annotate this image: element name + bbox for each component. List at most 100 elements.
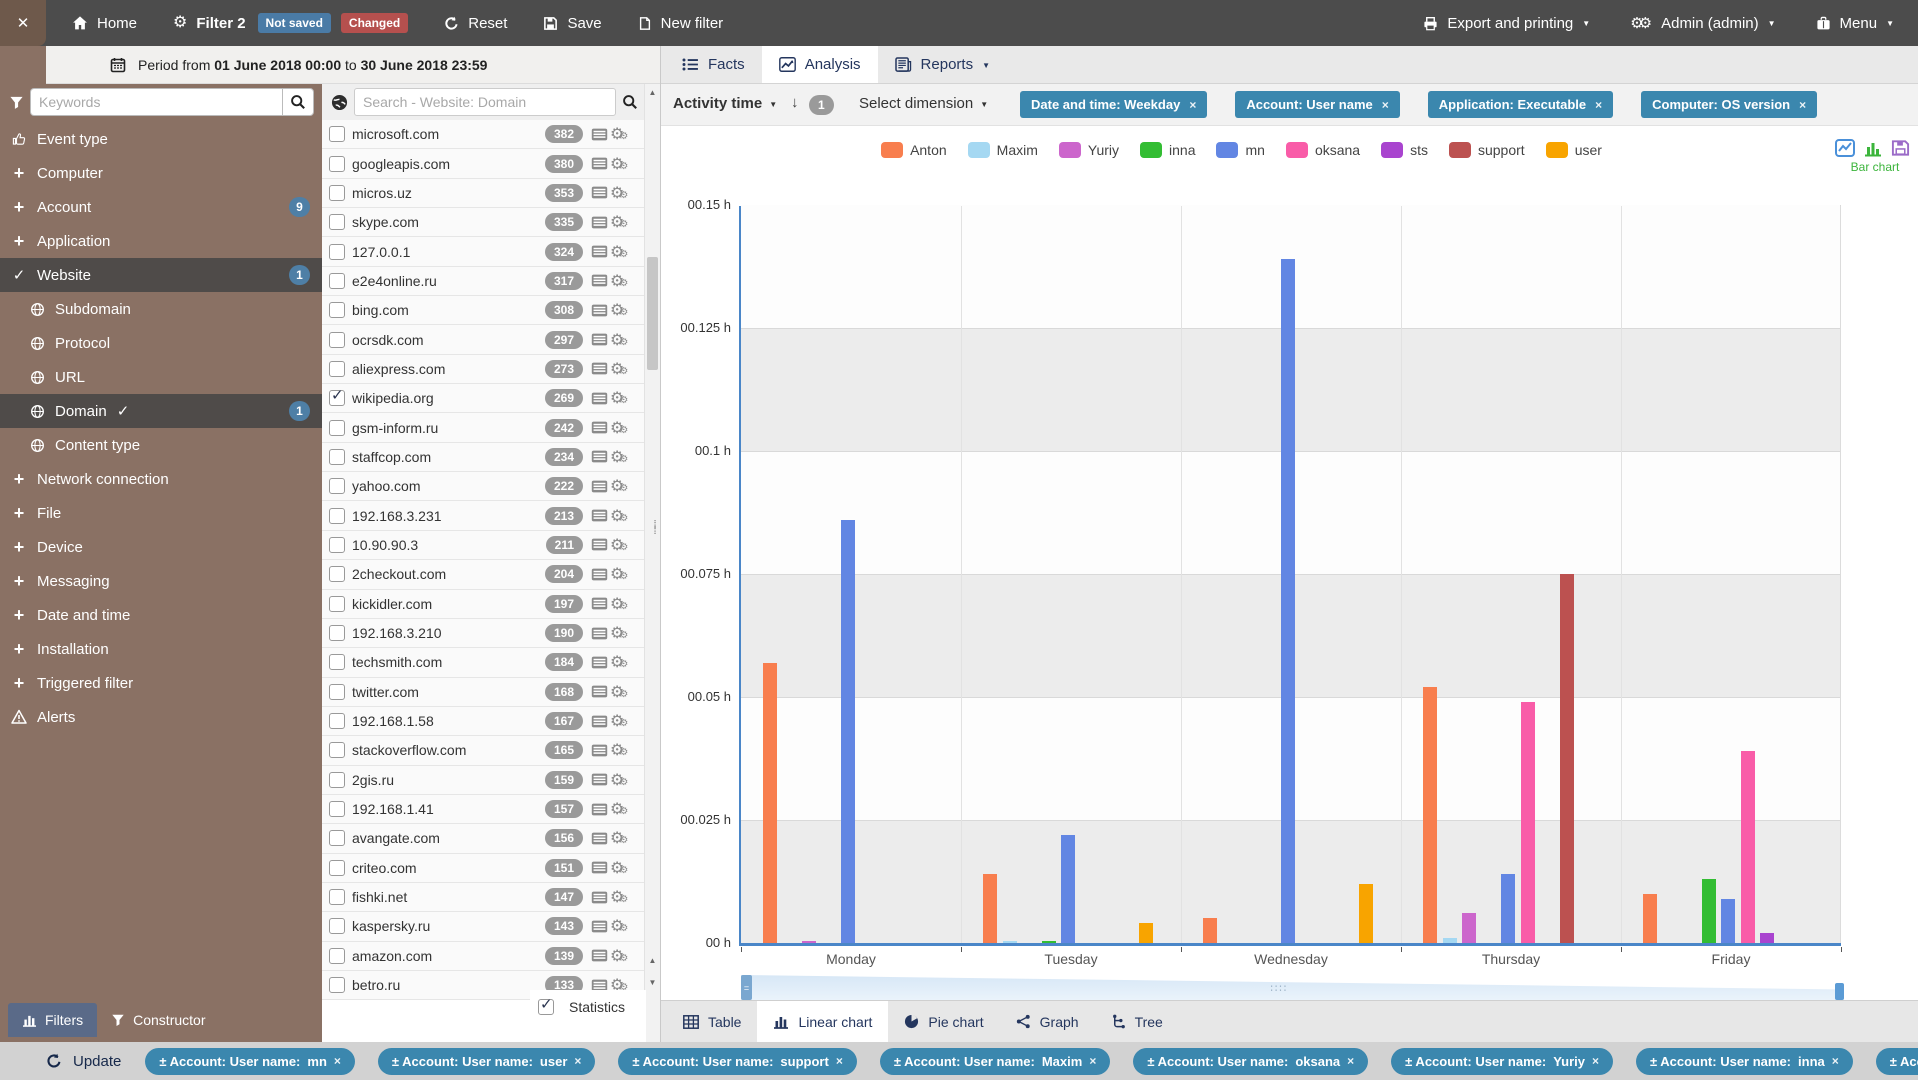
domain-checkbox[interactable] bbox=[329, 244, 345, 260]
domain-list-item[interactable]: 2checkout.com204⚙⚙ bbox=[322, 560, 644, 589]
legend-item-support[interactable]: support bbox=[1449, 142, 1525, 158]
sidebar-item-protocol[interactable]: Protocol bbox=[0, 326, 322, 360]
domain-checkbox[interactable] bbox=[329, 273, 345, 289]
save-chart-tool-icon[interactable] bbox=[1891, 139, 1910, 157]
settings-gears-icon[interactable]: ⚙⚙ bbox=[610, 652, 640, 672]
details-card-icon[interactable] bbox=[591, 949, 608, 962]
bar-anton-wednesday[interactable] bbox=[1203, 918, 1217, 943]
settings-gears-icon[interactable]: ⚙⚙ bbox=[610, 946, 640, 966]
bar-anton-monday[interactable] bbox=[763, 663, 777, 943]
domain-list-item[interactable]: avangate.com156⚙⚙ bbox=[322, 824, 644, 853]
keywords-input[interactable] bbox=[30, 88, 282, 116]
bar-inna-friday[interactable] bbox=[1702, 879, 1716, 943]
bar-oksana-thursday[interactable] bbox=[1521, 702, 1535, 943]
settings-gears-icon[interactable]: ⚙⚙ bbox=[610, 682, 640, 702]
domain-list-scrollbar[interactable]: ▲ ▲ ▼ bbox=[644, 84, 660, 1042]
update-button[interactable]: Update bbox=[46, 1053, 121, 1070]
remove-icon[interactable]: × bbox=[1592, 1054, 1599, 1068]
scroll-up-icon[interactable]: ▲ bbox=[645, 956, 660, 965]
bar-mn-monday[interactable] bbox=[841, 520, 855, 943]
scroll-up-icon[interactable]: ▲ bbox=[645, 88, 660, 97]
details-card-icon[interactable] bbox=[591, 861, 608, 874]
dimension-chip-account-user-name[interactable]: Account: User name× bbox=[1235, 91, 1399, 118]
domain-list-item[interactable]: 192.168.1.58167⚙⚙ bbox=[322, 707, 644, 736]
domain-checkbox[interactable] bbox=[329, 654, 345, 670]
domain-checkbox[interactable] bbox=[329, 156, 345, 172]
domain-list-item[interactable]: 192.168.3.231213⚙⚙ bbox=[322, 501, 644, 530]
details-card-icon[interactable] bbox=[591, 304, 608, 317]
bar-mn-tuesday[interactable] bbox=[1061, 835, 1075, 943]
details-card-icon[interactable] bbox=[591, 274, 608, 287]
account-chip-maxim[interactable]: ± Account: User name: Maxim× bbox=[880, 1048, 1111, 1075]
bar-mn-wednesday[interactable] bbox=[1281, 259, 1295, 943]
domain-checkbox[interactable] bbox=[329, 889, 345, 905]
account-chip-yuriy[interactable]: ± Account: User name: Yuriy× bbox=[1391, 1048, 1613, 1075]
settings-gears-icon[interactable]: ⚙⚙ bbox=[610, 388, 640, 408]
settings-gears-icon[interactable]: ⚙⚙ bbox=[610, 594, 640, 614]
bar-maxim-tuesday[interactable] bbox=[1003, 941, 1017, 943]
details-card-icon[interactable] bbox=[591, 744, 608, 757]
domain-checkbox[interactable] bbox=[329, 566, 345, 582]
details-card-icon[interactable] bbox=[591, 891, 608, 904]
sidebar-item-computer[interactable]: +Computer bbox=[0, 156, 322, 190]
bar-inna-tuesday[interactable] bbox=[1042, 941, 1056, 943]
settings-gears-icon[interactable]: ⚙⚙ bbox=[610, 506, 640, 526]
tab-linear-chart[interactable]: Linear chart bbox=[757, 1001, 888, 1042]
domain-search-input[interactable] bbox=[354, 88, 616, 116]
remove-icon[interactable]: × bbox=[574, 1054, 581, 1068]
domain-checkbox[interactable] bbox=[329, 801, 345, 817]
remove-icon[interactable]: × bbox=[1832, 1054, 1839, 1068]
main-menu[interactable]: Menu ▼ bbox=[1816, 15, 1894, 32]
sidebar-item-file[interactable]: +File bbox=[0, 496, 322, 530]
bar-mn-friday[interactable] bbox=[1721, 899, 1735, 943]
details-card-icon[interactable] bbox=[591, 538, 608, 551]
details-card-icon[interactable] bbox=[591, 773, 608, 786]
range-handle-left[interactable]: = bbox=[741, 975, 752, 1000]
remove-icon[interactable]: × bbox=[1799, 98, 1806, 112]
sidebar-item-domain[interactable]: Domain✓1 bbox=[0, 394, 322, 428]
account-chip-sts[interactable]: ± Account: User name: sts× bbox=[1876, 1048, 1918, 1075]
domain-checkbox[interactable] bbox=[329, 860, 345, 876]
bar-anton-thursday[interactable] bbox=[1423, 687, 1437, 943]
account-chip-oksana[interactable]: ± Account: User name: oksana× bbox=[1133, 1048, 1368, 1075]
domain-list-item[interactable]: criteo.com151⚙⚙ bbox=[322, 854, 644, 883]
domain-checkbox[interactable] bbox=[329, 126, 345, 142]
domain-checkbox[interactable] bbox=[329, 478, 345, 494]
domain-checkbox[interactable] bbox=[329, 537, 345, 553]
settings-gears-icon[interactable]: ⚙⚙ bbox=[610, 212, 640, 232]
scroll-down-icon[interactable]: ▼ bbox=[645, 978, 660, 987]
filter-name-button[interactable]: ⚙ Filter 2 bbox=[173, 15, 246, 32]
settings-gears-icon[interactable]: ⚙⚙ bbox=[610, 770, 640, 790]
sidebar-item-website[interactable]: ✓Website1 bbox=[0, 258, 322, 292]
legend-item-yuriy[interactable]: Yuriy bbox=[1059, 142, 1119, 158]
sidebar-item-messaging[interactable]: +Messaging bbox=[0, 564, 322, 598]
domain-list-item[interactable]: 127.0.0.1324⚙⚙ bbox=[322, 237, 644, 266]
details-card-icon[interactable] bbox=[591, 157, 608, 170]
sidebar-item-installation[interactable]: +Installation bbox=[0, 632, 322, 666]
remove-icon[interactable]: × bbox=[1595, 98, 1602, 112]
tab-analysis[interactable]: Analysis bbox=[762, 46, 878, 83]
details-card-icon[interactable] bbox=[591, 656, 608, 669]
sidebar-item-network-connection[interactable]: +Network connection bbox=[0, 462, 322, 496]
legend-item-maxim[interactable]: Maxim bbox=[968, 142, 1038, 158]
details-card-icon[interactable] bbox=[591, 450, 608, 463]
settings-gears-icon[interactable]: ⚙⚙ bbox=[610, 124, 640, 144]
reset-button[interactable]: Reset bbox=[444, 15, 507, 32]
settings-gears-icon[interactable]: ⚙⚙ bbox=[610, 564, 640, 584]
domain-list-item[interactable]: 192.168.1.41157⚙⚙ bbox=[322, 795, 644, 824]
domain-checkbox[interactable] bbox=[329, 332, 345, 348]
statistics-checkbox[interactable] bbox=[538, 999, 554, 1015]
domain-checkbox[interactable] bbox=[329, 948, 345, 964]
domain-list-item[interactable]: skype.com335⚙⚙ bbox=[322, 208, 644, 237]
remove-icon[interactable]: × bbox=[1189, 98, 1196, 112]
details-card-icon[interactable] bbox=[591, 245, 608, 258]
legend-item-user[interactable]: user bbox=[1546, 142, 1602, 158]
details-card-icon[interactable] bbox=[591, 568, 608, 581]
domain-checkbox[interactable] bbox=[329, 420, 345, 436]
bar-sts-friday[interactable] bbox=[1760, 933, 1774, 943]
dimension-chip-date-and-time-weekday[interactable]: Date and time: Weekday× bbox=[1020, 91, 1207, 118]
settings-gears-icon[interactable]: ⚙⚙ bbox=[610, 271, 640, 291]
tab-reports[interactable]: Reports ▼ bbox=[878, 46, 1007, 83]
settings-gears-icon[interactable]: ⚙⚙ bbox=[610, 711, 640, 731]
bar-chart-tool-icon[interactable] bbox=[1863, 139, 1883, 157]
